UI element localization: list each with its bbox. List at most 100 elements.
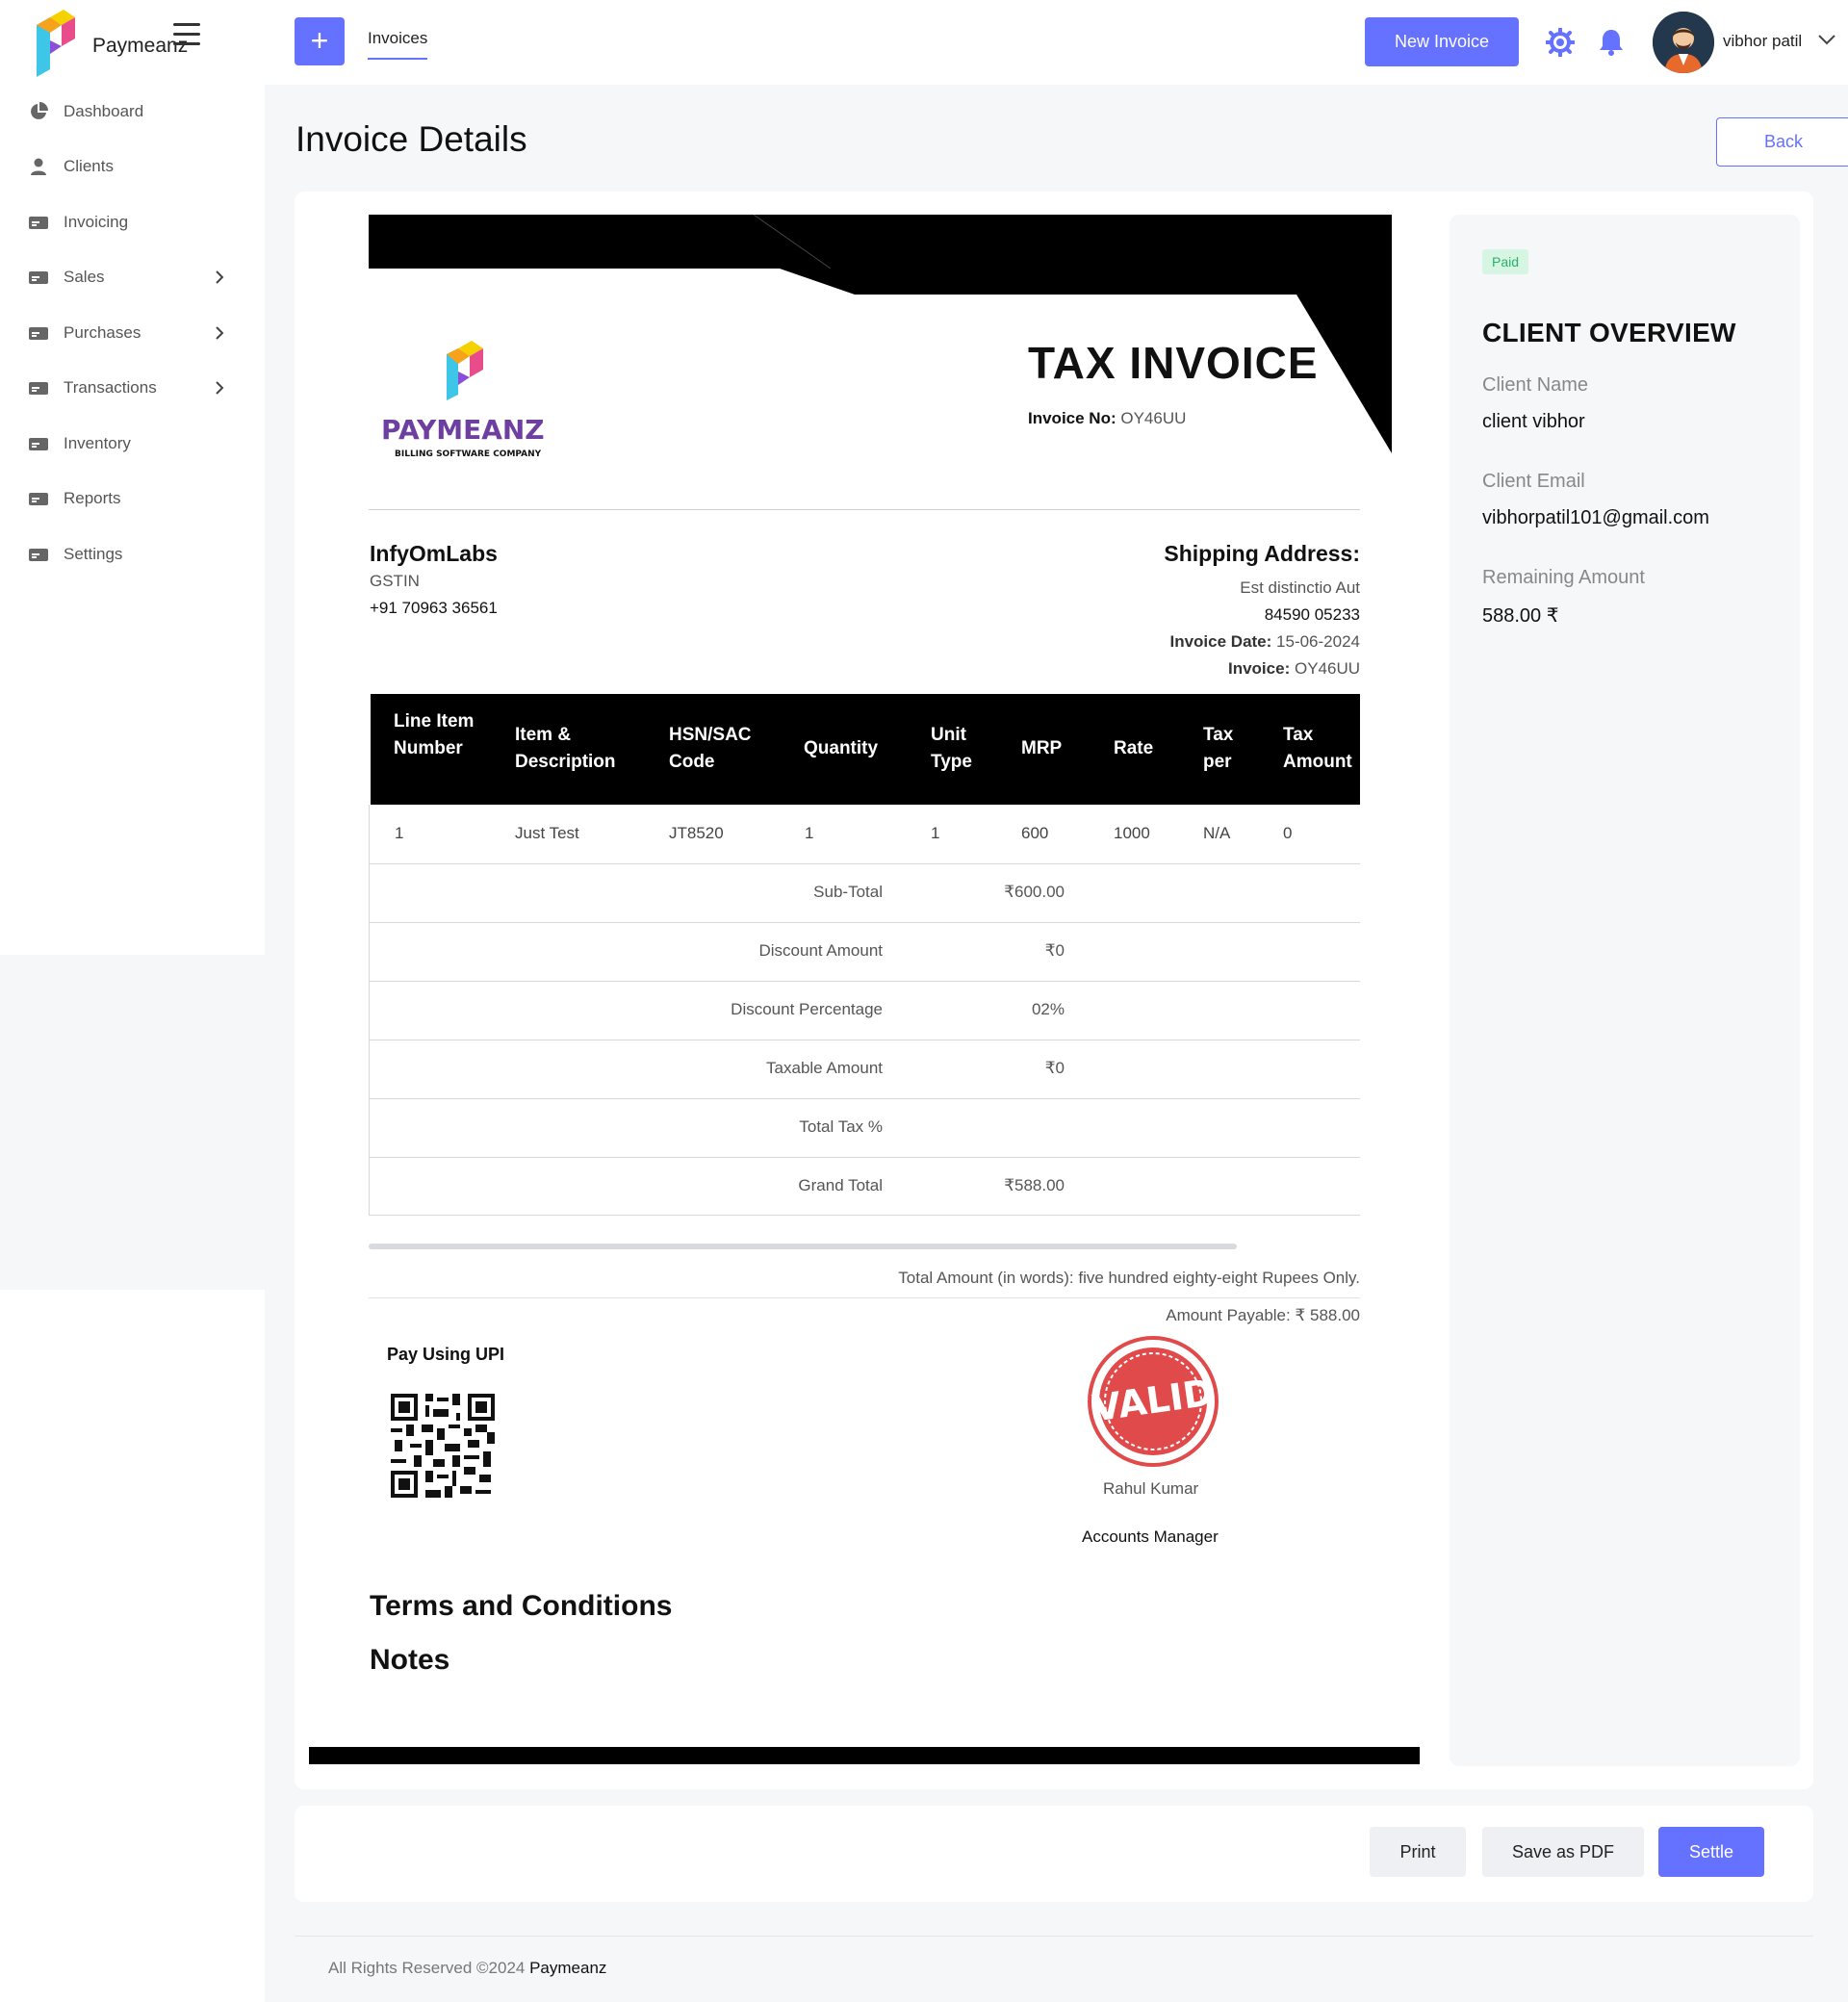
summary-label: Sub-Total <box>813 883 883 901</box>
invoice-id: Invoice: OY46UU <box>1164 655 1360 682</box>
card-icon <box>29 271 48 284</box>
col-header: Rate <box>1114 738 1154 758</box>
save-pdf-button[interactable]: Save as PDF <box>1482 1827 1644 1877</box>
summary-label: Discount Amount <box>758 941 883 960</box>
card-icon <box>29 327 48 340</box>
sidebar-item-label: Inventory <box>64 434 131 452</box>
sidebar-item-dashboard[interactable]: Dashboard <box>29 97 241 126</box>
sidebar-item-reports[interactable]: Reports <box>29 484 241 513</box>
paymeanz-logo-icon: PAYMEANZ BILLING SOFTWARE COMPANY <box>381 341 545 459</box>
avatar[interactable] <box>1653 12 1714 73</box>
page-title: Invoice Details <box>295 119 527 159</box>
sidebar-item-clients[interactable]: Clients <box>29 152 241 181</box>
back-button[interactable]: Back <box>1716 117 1848 167</box>
cell-tax-per: N/A <box>1203 824 1231 842</box>
summary-value: ₹0 <box>1044 1059 1065 1077</box>
invoice-logo: PAYMEANZ BILLING SOFTWARE COMPANY <box>379 337 562 462</box>
sidebar-item-inventory[interactable]: Inventory <box>29 429 241 458</box>
row-divider <box>369 922 1360 923</box>
sidebar-item-purchases[interactable]: Purchases <box>29 319 241 347</box>
row-divider <box>369 1215 1360 1216</box>
invoice-number-label: Invoice No: <box>1028 409 1116 427</box>
shipping-address: Shipping Address: Est distinctio Aut 845… <box>1164 541 1360 682</box>
cell-unit-type: 1 <box>931 824 940 842</box>
shipping-line: Est distinctio Aut <box>1240 578 1360 597</box>
sidebar-lower-panel <box>0 1290 265 2002</box>
tax-invoice-title: TAX INVOICE <box>1028 338 1319 388</box>
gear-icon[interactable] <box>1546 28 1575 57</box>
notes-heading: Notes <box>370 1644 450 1676</box>
invoice-number-value: OY46UU <box>1120 409 1187 427</box>
bell-icon[interactable] <box>1598 28 1625 57</box>
invoice-footer-band <box>309 1747 1420 1764</box>
col-header: Line Item Number <box>394 711 475 758</box>
invoice-number: Invoice No: OY46UU <box>1028 409 1186 428</box>
summary-label: Discount Percentage <box>731 1000 883 1018</box>
cell-tax-amount: 0 <box>1283 824 1293 842</box>
invoice-id-label: Invoice: <box>1227 659 1291 678</box>
divider <box>369 509 1360 510</box>
print-button[interactable]: Print <box>1370 1827 1466 1877</box>
sidebar-item-sales[interactable]: Sales <box>29 263 241 292</box>
summary-value: ₹0 <box>1044 941 1065 960</box>
status-badge: Paid <box>1482 249 1529 274</box>
cell-description: Just Test <box>515 824 579 842</box>
settle-button[interactable]: Settle <box>1658 1827 1764 1877</box>
footer-divider <box>295 1936 1813 1937</box>
card-icon <box>29 549 48 561</box>
chevron-down-icon[interactable] <box>1817 33 1836 46</box>
invoice-date: Invoice Date: 15-06-2024 <box>1164 629 1360 655</box>
cell-mrp: 600 <box>1021 824 1049 842</box>
quick-add-button[interactable]: + <box>295 17 345 65</box>
row-divider <box>369 1098 1360 1099</box>
cell-rate: 1000 <box>1114 824 1150 842</box>
card-icon <box>29 382 48 395</box>
sidebar-item-label: Dashboard <box>64 102 144 120</box>
summary-label: Taxable Amount <box>766 1059 883 1077</box>
top-header: Paymeanz + Invoices New Invoice vibhor p… <box>0 0 1848 85</box>
user-name[interactable]: vibhor patil <box>1723 32 1802 51</box>
user-avatar-icon <box>1653 12 1714 73</box>
sidebar-item-label: Reports <box>64 489 121 507</box>
row-divider <box>369 981 1360 982</box>
cell-quantity: 1 <box>805 824 814 842</box>
remaining-amount-label: Remaining Amount <box>1482 567 1645 588</box>
sidebar-item-transactions[interactable]: Transactions <box>29 373 241 402</box>
copyright-text: All Rights Reserved ©2024 <box>328 1959 526 1977</box>
brand-logo[interactable]: Paymeanz <box>29 8 270 77</box>
copyright: All Rights Reserved ©2024 Paymeanz <box>328 1959 606 1978</box>
menu-toggle-icon[interactable] <box>173 23 200 46</box>
col-header: HSN/SAC Code <box>669 725 752 772</box>
logo-subtext: BILLING SOFTWARE COMPANY <box>395 449 542 459</box>
sidebar-item-label: Sales <box>64 268 105 286</box>
row-divider <box>369 863 1360 864</box>
divider-bar <box>369 1244 1237 1249</box>
col-header: Unit Type <box>931 725 972 772</box>
invoice-id-value: OY46UU <box>1294 659 1360 678</box>
sidebar-item-label: Invoicing <box>64 213 129 231</box>
summary-label: Total Tax % <box>799 1117 883 1136</box>
card-icon <box>29 438 48 450</box>
valid-stamp: VALID <box>1088 1336 1219 1467</box>
copyright-brand[interactable]: Paymeanz <box>529 1959 606 1977</box>
col-header: MRP <box>1021 738 1063 758</box>
client-name-label: Client Name <box>1482 374 1589 396</box>
client-overview-title: CLIENT OVERVIEW <box>1482 318 1736 347</box>
client-overview-panel <box>1450 215 1800 1766</box>
company-name: InfyOmLabs <box>370 541 498 566</box>
shipping-title: Shipping Address: <box>1164 541 1360 566</box>
client-email-label: Client Email <box>1482 471 1585 492</box>
chevron-right-icon <box>216 270 224 284</box>
new-invoice-button[interactable]: New Invoice <box>1365 17 1519 66</box>
logo-text: PAYMEANZ <box>381 414 545 446</box>
sidebar-item-settings[interactable]: Settings <box>29 540 241 569</box>
tab-invoices[interactable]: Invoices <box>368 29 428 60</box>
sidebar-item-label: Settings <box>64 545 123 563</box>
cell-hsn: JT8520 <box>669 824 724 842</box>
sidebar-item-label: Purchases <box>64 323 141 342</box>
cell-line-number: 1 <box>395 824 404 842</box>
sidebar-item-invoicing[interactable]: Invoicing <box>29 208 241 237</box>
row-divider <box>369 1157 1360 1158</box>
card-icon <box>29 217 48 229</box>
chevron-right-icon <box>216 381 224 395</box>
